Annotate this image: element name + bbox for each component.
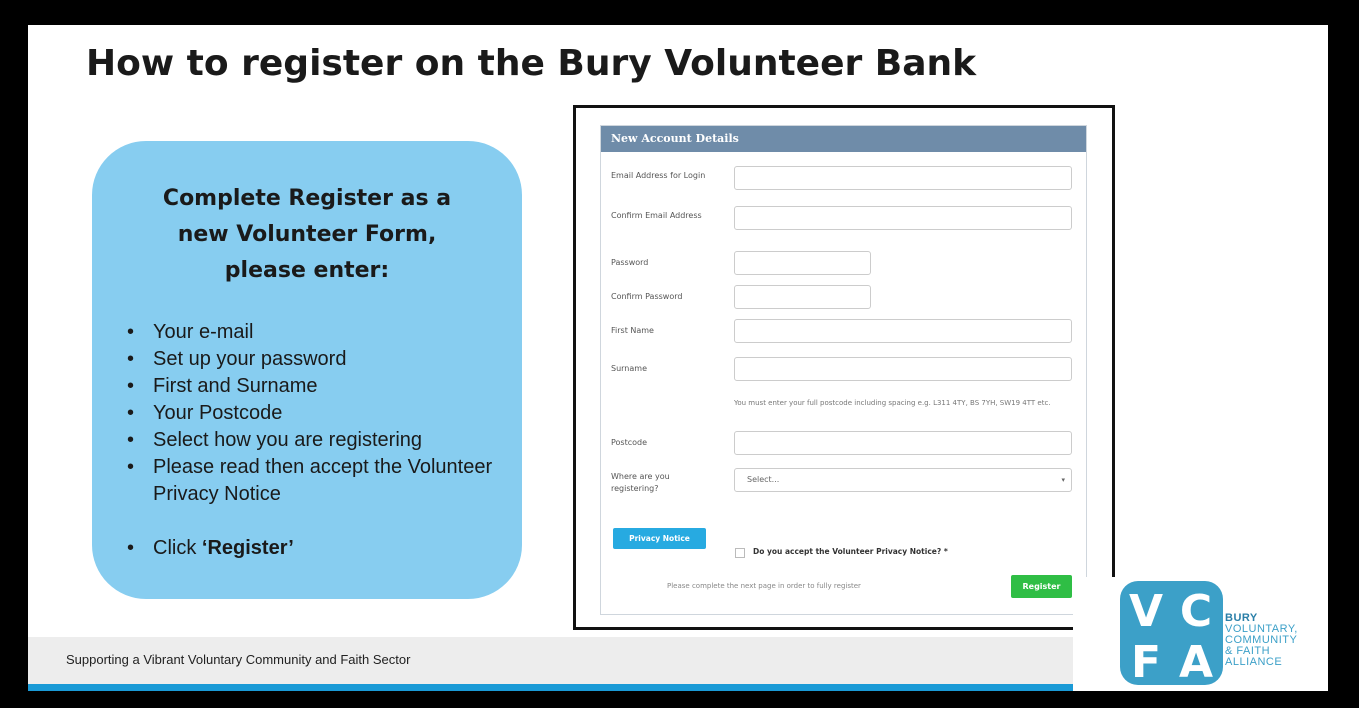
vcfa-logo-mark: V C F A: [1120, 581, 1223, 685]
logo-mark-letter: V: [1129, 586, 1163, 637]
register-footnote: Please complete the next page in order t…: [667, 582, 861, 590]
slide: How to register on the Bury Volunteer Ba…: [28, 25, 1328, 691]
first-name-label: First Name: [611, 326, 654, 335]
instructions-list: Your e-mail Set up your password First a…: [125, 319, 510, 562]
first-name-field[interactable]: [734, 319, 1072, 343]
register-step-prefix: Click: [153, 537, 202, 559]
list-item-register-step: Click ‘Register’: [125, 535, 510, 562]
list-item: Your Postcode: [125, 400, 510, 427]
list-item: Set up your password: [125, 346, 510, 373]
postcode-label: Postcode: [611, 438, 648, 447]
confirm-password-field[interactable]: [734, 285, 871, 309]
email-field[interactable]: [734, 166, 1072, 190]
list-item: First and Surname: [125, 373, 510, 400]
instructions-heading-line: Complete Register as a: [162, 186, 452, 211]
logo-text-line: ALLIANCE: [1225, 656, 1283, 668]
list-item: Your e-mail: [125, 319, 510, 346]
new-account-panel: New Account Details Email Address for Lo…: [600, 125, 1087, 615]
password-label: Password: [611, 258, 649, 267]
page-title: How to register on the Bury Volunteer Ba…: [86, 43, 977, 84]
list-item: Please read then accept the Volunteer Pr…: [125, 454, 510, 508]
privacy-notice-button[interactable]: Privacy Notice: [613, 528, 706, 549]
registering-label: Where are you registering?: [611, 472, 670, 493]
logo-mark-letter: A: [1179, 637, 1213, 685]
accept-privacy-label: Do you accept the Volunteer Privacy Noti…: [753, 547, 948, 556]
form-screenshot-frame: New Account Details Email Address for Lo…: [573, 105, 1115, 630]
register-step-bold: ‘Register’: [201, 537, 294, 559]
password-field[interactable]: [734, 251, 871, 275]
postcode-field[interactable]: [734, 431, 1072, 455]
confirm-email-label: Confirm Email Address: [611, 211, 702, 220]
logo-wordmark: BURY VOLUNTARY, COMMUNITY & FAITH ALLIAN…: [1225, 613, 1298, 668]
email-label: Email Address for Login: [611, 171, 706, 180]
accept-privacy-checkbox[interactable]: [735, 548, 745, 558]
surname-field[interactable]: [734, 357, 1072, 381]
logo-mark-letter: C: [1180, 586, 1212, 637]
confirm-password-label: Confirm Password: [611, 292, 683, 301]
instructions-heading: Complete Register as a new Volunteer For…: [92, 181, 522, 289]
panel-header: New Account Details: [601, 126, 1086, 152]
surname-label: Surname: [611, 364, 647, 373]
chevron-down-icon: ▾: [1061, 476, 1065, 484]
instructions-heading-line: please enter:: [224, 258, 390, 283]
logo-mark-letter: F: [1131, 637, 1161, 685]
instructions-heading-line: new Volunteer Form,: [177, 222, 437, 247]
registering-select[interactable]: Select... ▾: [734, 468, 1072, 492]
postcode-hint: You must enter your full postcode includ…: [734, 399, 1051, 407]
list-item: Select how you are registering: [125, 427, 510, 454]
register-button[interactable]: Register: [1011, 575, 1072, 598]
footer-tagline: Supporting a Vibrant Voluntary Community…: [66, 652, 411, 667]
select-placeholder: Select...: [747, 475, 780, 484]
vcfa-logo: V C F A BURY VOLUNTARY, COMMUNITY & FAIT…: [1073, 577, 1328, 691]
instructions-bubble: Complete Register as a new Volunteer For…: [92, 141, 522, 599]
confirm-email-field[interactable]: [734, 206, 1072, 230]
